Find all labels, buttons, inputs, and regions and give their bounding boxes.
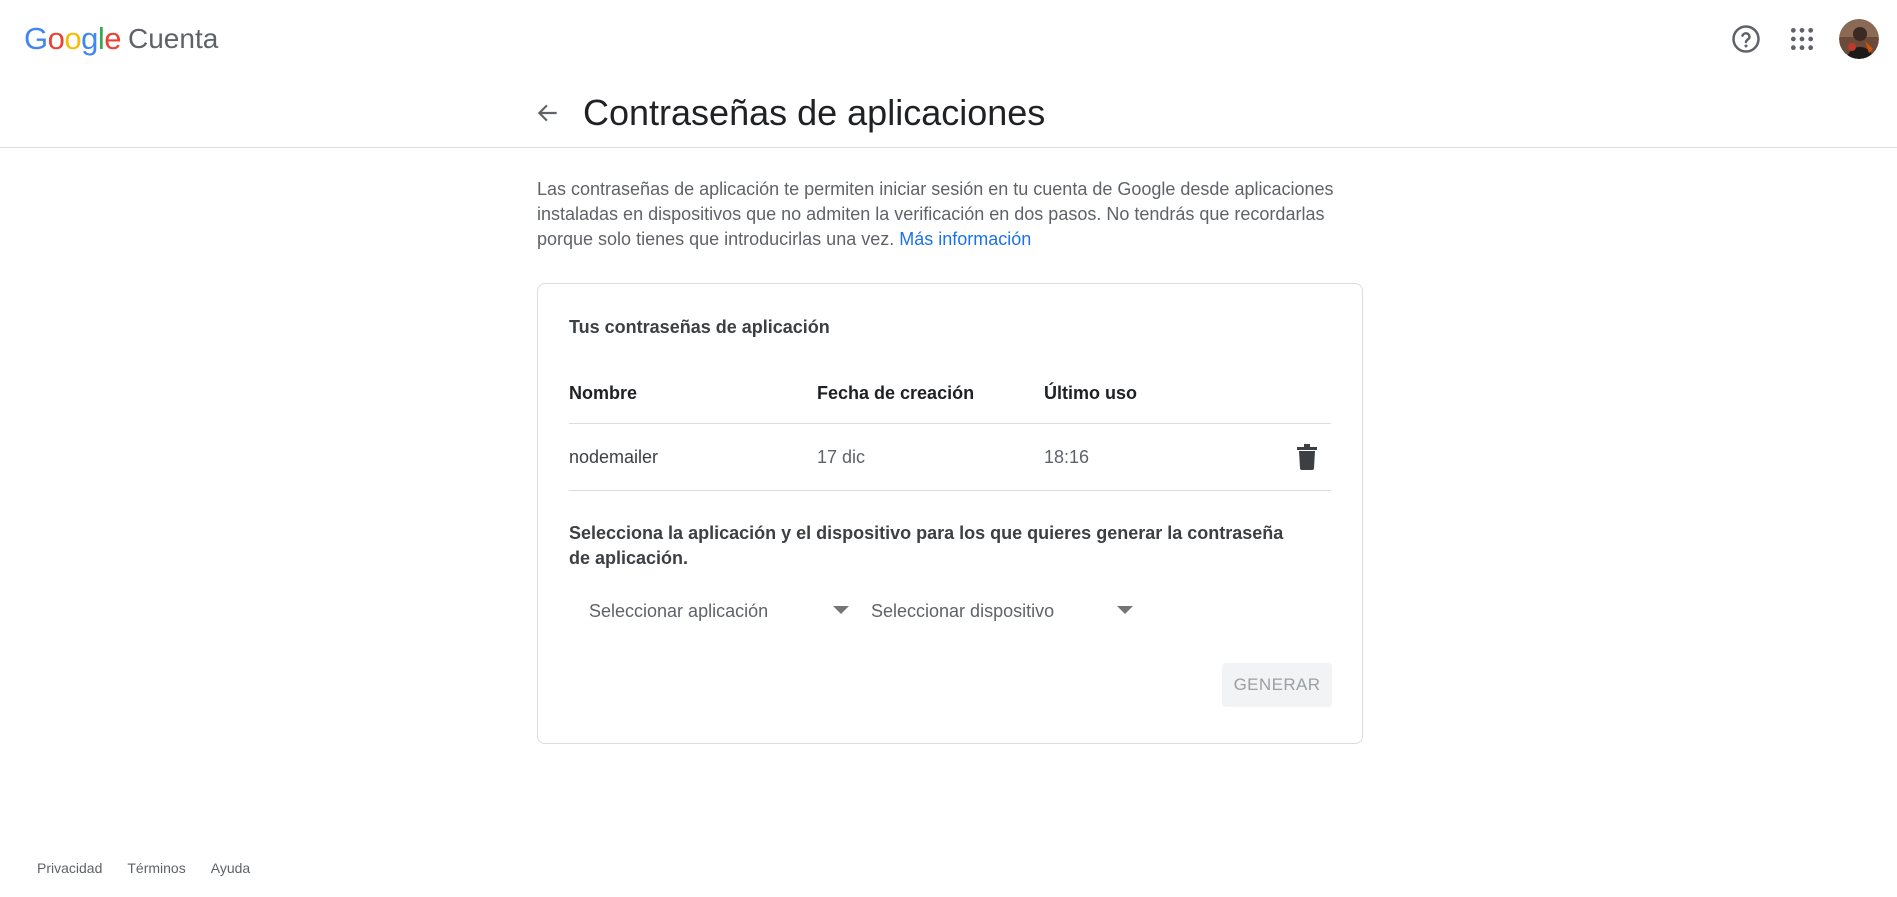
more-info-link[interactable]: Más información	[899, 229, 1031, 249]
logo-letter: o	[47, 21, 65, 56]
top-actions	[1713, 16, 1879, 62]
table-header: Nombre Fecha de creación Último uso	[569, 364, 1331, 424]
select-prompt: Selecciona la aplicación y el dispositiv…	[569, 523, 1284, 568]
select-app-dropdown[interactable]: Seleccionar aplicación	[589, 591, 849, 631]
footer-link-help[interactable]: Ayuda	[211, 860, 250, 876]
account-avatar[interactable]	[1839, 19, 1879, 59]
intro-paragraph: Las contraseñas de aplicación te permite…	[537, 177, 1357, 252]
app-passwords-card: Tus contraseñas de aplicación Nombre Fec…	[537, 283, 1363, 744]
apps-grid-icon	[1790, 27, 1814, 51]
select-app-label: Seleccionar aplicación	[589, 600, 769, 621]
help-circle-icon	[1732, 25, 1760, 53]
trash-icon	[1297, 444, 1317, 470]
select-device-label: Seleccionar dispositivo	[871, 600, 1055, 621]
help-button[interactable]	[1723, 16, 1769, 62]
row-created: 17 dic	[817, 446, 866, 467]
footer: Privacidad Términos Ayuda	[37, 860, 275, 876]
caret-down-icon	[833, 606, 849, 614]
caret-down-icon	[1117, 606, 1133, 614]
generate-button[interactable]: GENERAR	[1222, 663, 1332, 707]
apps-button[interactable]	[1779, 16, 1825, 62]
card-title: Tus contraseñas de aplicación	[569, 317, 830, 337]
row-name: nodemailer	[569, 446, 659, 467]
back-button[interactable]	[527, 92, 569, 134]
logo-letter: G	[24, 21, 48, 56]
google-account-logo[interactable]: Google Cuenta	[24, 20, 218, 58]
column-header-last-used: Último uso	[1044, 383, 1137, 403]
logo-letter: o	[64, 21, 82, 56]
row-last-used: 18:16	[1044, 446, 1090, 467]
avatar-icon	[1839, 19, 1879, 59]
column-header-created: Fecha de creación	[817, 383, 975, 403]
logo-letter: e	[104, 21, 122, 56]
product-name: Cuenta	[128, 23, 219, 54]
table-row: nodemailer 17 dic 18:16	[569, 424, 1331, 491]
arrow-back-icon	[537, 104, 557, 122]
footer-link-privacy[interactable]: Privacidad	[37, 860, 102, 876]
google-wordmark: Google	[24, 21, 122, 57]
page-title: Contraseñas de aplicaciones	[583, 92, 1046, 133]
column-header-name: Nombre	[569, 383, 638, 403]
top-bar: Google Cuenta	[0, 0, 1897, 78]
page-header: Contraseñas de aplicaciones	[0, 78, 1897, 148]
logo-letter: g	[81, 21, 98, 56]
select-device-dropdown[interactable]: Seleccionar dispositivo	[871, 591, 1133, 631]
delete-password-button[interactable]	[1283, 433, 1331, 481]
footer-link-terms[interactable]: Términos	[127, 860, 185, 876]
